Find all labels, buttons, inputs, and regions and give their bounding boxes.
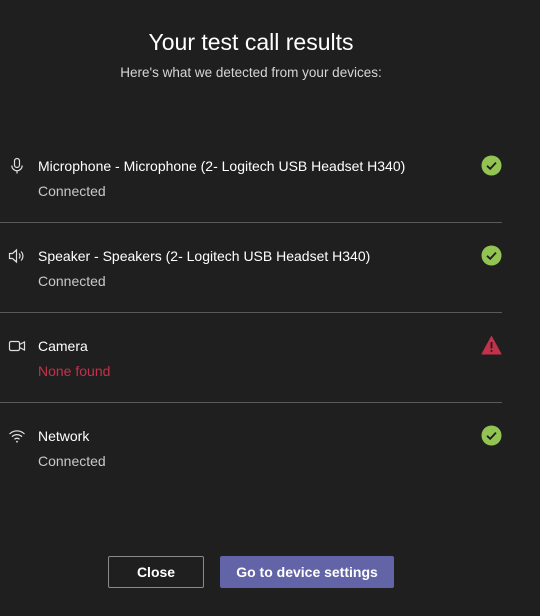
success-check-icon bbox=[481, 155, 502, 176]
test-call-results-dialog: Your test call results Here's what we de… bbox=[0, 0, 540, 616]
camera-icon bbox=[8, 337, 26, 355]
device-name: Microphone - Microphone (2- Logitech USB… bbox=[38, 158, 406, 174]
device-name: Speaker - Speakers (2- Logitech USB Head… bbox=[38, 248, 371, 264]
device-row-network: Network Connected bbox=[0, 403, 502, 492]
speaker-icon bbox=[8, 247, 26, 265]
device-status: None found bbox=[38, 363, 111, 379]
dialog-title: Your test call results bbox=[148, 29, 354, 55]
wifi-icon bbox=[8, 427, 26, 445]
success-check-icon bbox=[481, 245, 502, 266]
warning-icon bbox=[481, 335, 502, 356]
device-row-speaker: Speaker - Speakers (2- Logitech USB Head… bbox=[0, 223, 502, 313]
device-row-microphone: Microphone - Microphone (2- Logitech USB… bbox=[0, 133, 502, 223]
go-to-device-settings-button[interactable]: Go to device settings bbox=[220, 556, 394, 588]
microphone-icon bbox=[8, 157, 26, 175]
device-status: Connected bbox=[38, 273, 106, 289]
close-button[interactable]: Close bbox=[108, 556, 204, 588]
device-row-camera: Camera None found bbox=[0, 313, 502, 403]
device-status: Connected bbox=[38, 453, 106, 469]
success-check-icon bbox=[481, 425, 502, 446]
device-list: Microphone - Microphone (2- Logitech USB… bbox=[0, 133, 502, 492]
device-name: Network bbox=[38, 428, 90, 444]
dialog-subtitle: Here's what we detected from your device… bbox=[120, 65, 382, 80]
device-status: Connected bbox=[38, 183, 106, 199]
device-name: Camera bbox=[38, 338, 88, 354]
